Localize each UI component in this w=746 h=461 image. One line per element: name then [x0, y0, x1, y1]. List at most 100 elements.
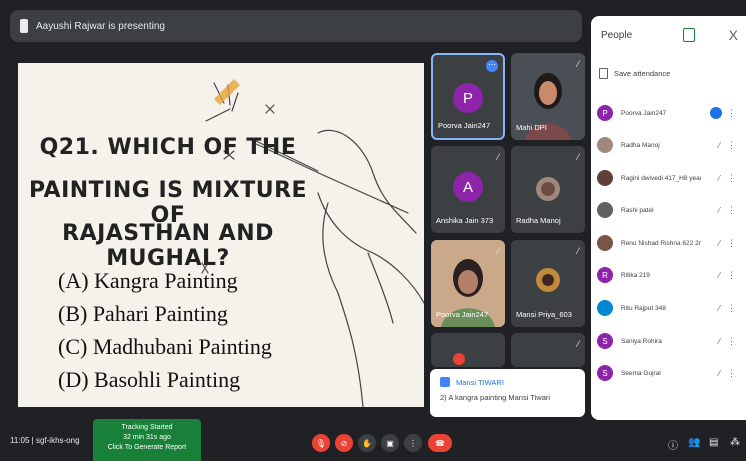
save-icon [599, 68, 608, 79]
presentation-slide: Q21. WHICH OF THE PAINTING IS MIXTURE OF… [18, 63, 424, 407]
participant-tile[interactable]: ⁄ Mahi DPI [511, 53, 585, 140]
mic-off-icon: ⁄ [577, 339, 579, 349]
people-panel: People X Save attendance P Poorva Jain24… [591, 16, 746, 420]
kebab-menu-icon[interactable]: ⋮ [727, 140, 736, 151]
avatar [597, 235, 613, 251]
person-name: Ragini dwivedi 417_H8 year [621, 174, 701, 182]
participant-tile[interactable]: ⁄ Poorva Jain247 [431, 240, 505, 327]
participant-tile[interactable]: P ⋯ Poorva Jain247 [431, 53, 505, 140]
kebab-menu-icon[interactable]: ⋮ [727, 270, 736, 281]
list-item[interactable]: P Poorva Jain247 ⋮ [597, 101, 742, 125]
list-item[interactable]: Ritu Rajput 348 ⁄ ⋮ [597, 296, 742, 320]
camera-toggle-button[interactable]: ⊘ [335, 434, 353, 452]
avatar [597, 137, 613, 153]
avatar [597, 170, 613, 186]
list-item[interactable]: S Saniya Rohira ⁄ ⋮ [597, 329, 742, 353]
save-attendance-label: Save attendance [614, 69, 671, 78]
kebab-menu-icon[interactable]: ⋮ [727, 336, 736, 347]
participant-tile[interactable]: A ⁄ Anshika Jain 373 [431, 146, 505, 233]
caption-icon [440, 377, 450, 387]
people-title: People [601, 30, 633, 41]
avatar: P [453, 83, 483, 113]
participant-tile[interactable]: ⁄ [511, 333, 585, 367]
avatar: R [597, 267, 613, 283]
chat-icon[interactable]: ▤ [709, 437, 718, 448]
list-item[interactable]: Ragini dwivedi 417_H8 year ⁄ ⋮ [597, 166, 742, 190]
participant-tile[interactable]: ⁄ Radha Manoj [511, 146, 585, 233]
avatar [597, 202, 613, 218]
end-call-button[interactable]: ☎ [428, 434, 452, 452]
kebab-menu-icon[interactable]: ⋮ [727, 238, 736, 249]
meeting-info: 11:05 | sgf-ikhs-ong [10, 436, 80, 445]
option-c: (C) Madhubani Painting [58, 334, 272, 359]
person-name: Poorva Jain247 [621, 109, 667, 117]
live-caption: Mansi TIWARI 2) A kangra painting Mansi … [430, 369, 585, 417]
activities-icon[interactable]: ⁂ [730, 437, 740, 448]
more-options-icon[interactable] [710, 107, 722, 119]
list-item[interactable]: R Ritika 219 ⁄ ⋮ [597, 263, 742, 287]
option-d: (D) Basohli Painting [58, 367, 241, 392]
info-icon[interactable]: ⓘ [668, 437, 678, 452]
avatar: A [453, 172, 483, 202]
kebab-menu-icon[interactable]: ⋮ [727, 173, 736, 184]
more-options-icon[interactable]: ⋯ [486, 60, 498, 72]
caption-speaker: Mansi TIWARI [456, 377, 504, 387]
save-attendance-button[interactable]: Save attendance [599, 68, 670, 79]
tile-name: Poorva Jain247 [436, 310, 489, 319]
avatar: S [597, 365, 613, 381]
mic-off-icon: ⁄ [577, 152, 579, 162]
kebab-menu-icon[interactable]: ⋮ [727, 205, 736, 216]
tile-name: Poorva Jain247 [438, 121, 491, 130]
list-item[interactable]: Radha Manoj ⁄ ⋮ [597, 133, 742, 157]
raise-hand-button[interactable]: ✋ [358, 434, 376, 452]
person-name: Ritu Rajput 348 [621, 304, 666, 312]
person-name: Seema Gujral [621, 369, 661, 377]
attendance-clipboard-icon[interactable] [683, 28, 695, 42]
list-item[interactable]: Renu Nishad Rishna 622 2n... ⁄ ⋮ [597, 231, 742, 255]
participant-tile[interactable]: ⁄ Mansi Priya_603 [511, 240, 585, 327]
more-options-button[interactable]: ⋮ [404, 434, 422, 452]
tracking-report-button[interactable]: Tracking Started 32 min 31s ago Click To… [93, 419, 201, 461]
tile-name: Radha Manoj [516, 216, 561, 225]
mic-off-icon: ⁄ [718, 270, 720, 280]
person-name: Saniya Rohira [621, 337, 662, 345]
tile-name: Anshika Jain 373 [436, 216, 494, 225]
list-item[interactable]: S Seema Gujral ⁄ ⋮ [597, 361, 742, 385]
mic-off-icon: ⁄ [718, 368, 720, 378]
present-icon [20, 19, 28, 33]
mic-off-icon: ⁄ [718, 205, 720, 215]
person-name: Renu Nishad Rishna 622 2n... [621, 239, 701, 247]
kebab-menu-icon[interactable]: ⋮ [727, 108, 736, 119]
tile-name: Mansi Priya_603 [516, 310, 572, 319]
person-name: Radha Manoj [621, 141, 660, 149]
mic-off-icon: ⁄ [718, 238, 720, 248]
tracking-line: Click To Generate Report [107, 444, 187, 451]
mic-off-icon: ⁄ [718, 336, 720, 346]
close-icon[interactable]: X [729, 27, 738, 43]
question-line-1: Q21. WHICH OF THE [39, 135, 297, 160]
list-item[interactable]: Rashi patel ⁄ ⋮ [597, 198, 742, 222]
option-b: (B) Pahari Painting [58, 301, 228, 326]
person-name: Rashi patel [621, 206, 654, 214]
present-button[interactable]: ▣ [381, 434, 399, 452]
people-icon[interactable]: 👥 [688, 437, 700, 448]
participant-tile[interactable] [431, 333, 505, 367]
caption-text: 2) A kangra painting Mansi Tiwari [440, 393, 551, 402]
avatar: P [597, 105, 613, 121]
presenter-text: Aayushi Rajwar is presenting [36, 20, 165, 32]
mic-off-icon: ⁄ [718, 173, 720, 183]
option-a: (A) Kangra Painting [58, 268, 238, 293]
presenter-banner: Aayushi Rajwar is presenting [10, 10, 582, 42]
mic-off-icon: ⁄ [718, 140, 720, 150]
kebab-menu-icon[interactable]: ⋮ [727, 368, 736, 379]
mic-off-icon: ⁄ [577, 59, 579, 69]
tracking-line: 32 min 31s ago [123, 434, 171, 441]
avatar [453, 353, 465, 365]
tile-name: Mahi DPI [516, 123, 547, 132]
avatar: S [597, 333, 613, 349]
avatar [597, 300, 613, 316]
mic-toggle-button[interactable]: 🎙 [312, 434, 330, 452]
mic-off-icon: ⁄ [497, 246, 499, 256]
kebab-menu-icon[interactable]: ⋮ [727, 303, 736, 314]
mic-off-icon: ⁄ [718, 303, 720, 313]
